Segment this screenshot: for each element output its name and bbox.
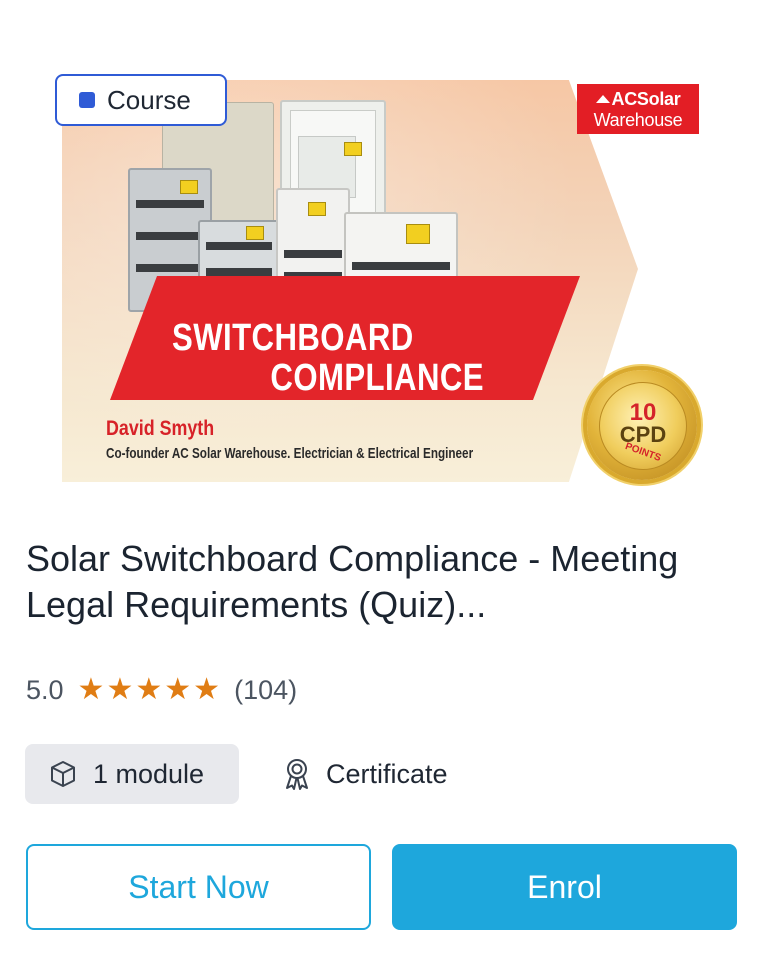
module-count-label: 1 module xyxy=(93,758,205,789)
author-name: David Smyth xyxy=(106,417,215,440)
author-role: Co-founder AC Solar Warehouse. Electrici… xyxy=(106,445,474,462)
star-icon: ★ xyxy=(164,673,192,706)
start-now-button[interactable]: Start Now xyxy=(26,844,371,930)
cpd-points-seal: 10 CPD POINTS xyxy=(587,370,697,480)
star-icon: ★ xyxy=(77,673,105,706)
module-count-chip: 1 module xyxy=(25,744,239,804)
certificate-label: Certificate xyxy=(326,758,448,789)
house-icon xyxy=(595,95,610,103)
star-icon: ★ xyxy=(193,673,221,706)
banner-headline: SWITCHBOARD COMPLIANCE xyxy=(172,317,484,399)
enrol-button[interactable]: Enrol xyxy=(392,844,737,930)
course-rating: 5.0 ★ ★ ★ ★ ★ (104) xyxy=(26,670,297,710)
rating-score: 5.0 xyxy=(26,674,64,705)
headline-line-1: SWITCHBOARD xyxy=(172,317,414,359)
certificate-indicator: Certificate xyxy=(282,744,448,804)
course-card[interactable]: SWITCHBOARD COMPLIANCE David Smyth Co-fo… xyxy=(0,0,760,960)
course-thumbnail[interactable]: SWITCHBOARD COMPLIANCE David Smyth Co-fo… xyxy=(62,80,638,482)
square-icon xyxy=(79,92,95,108)
course-type-label: Course xyxy=(107,84,191,115)
headline-line-2: COMPLIANCE xyxy=(270,357,484,399)
rating-count: (104) xyxy=(234,674,298,705)
brand-logo: ACSolar Warehouse xyxy=(577,84,699,134)
award-icon xyxy=(286,759,308,790)
star-icon: ★ xyxy=(135,673,163,706)
cube-icon xyxy=(51,761,75,787)
rating-stars: ★ ★ ★ ★ ★ xyxy=(78,675,221,705)
course-type-badge: Course xyxy=(55,74,227,126)
star-icon: ★ xyxy=(106,673,134,706)
course-title[interactable]: Solar Switchboard Compliance - Meeting L… xyxy=(26,536,726,628)
